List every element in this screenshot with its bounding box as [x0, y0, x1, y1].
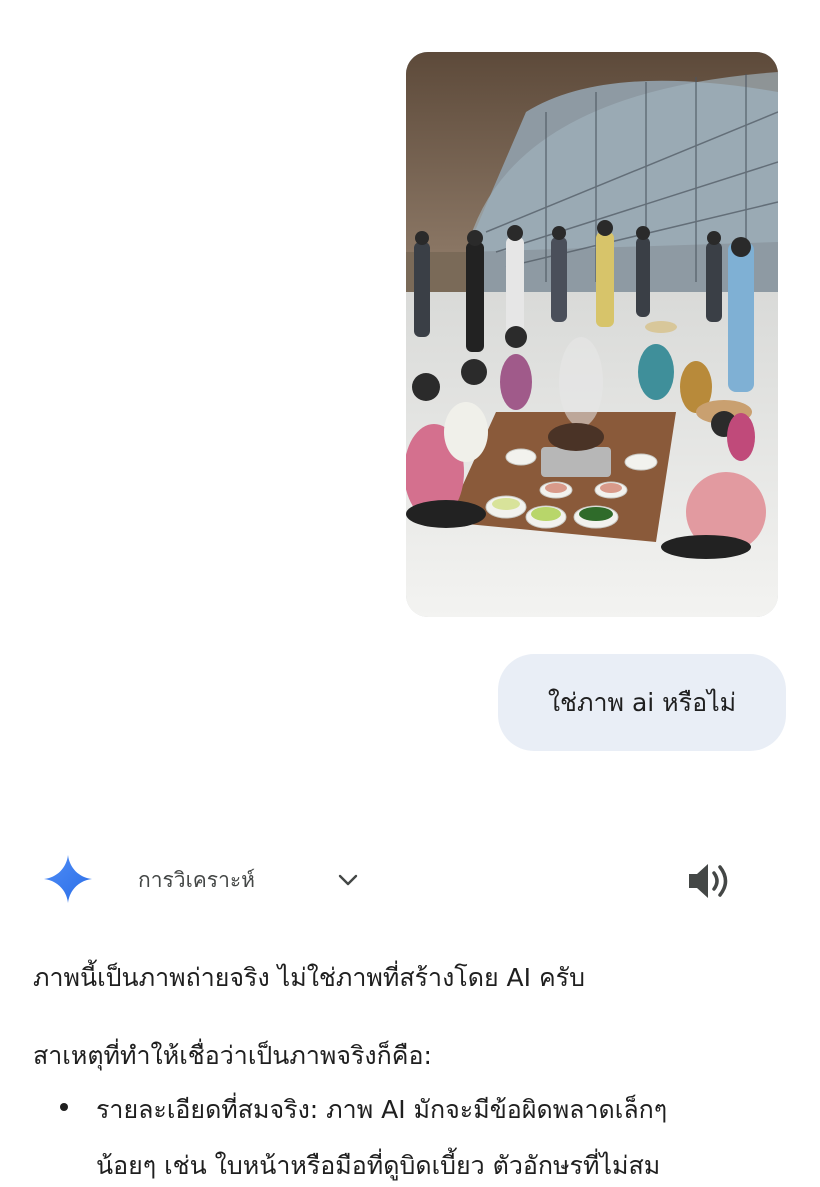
speaker-icon[interactable]	[686, 860, 732, 902]
analysis-toggle-label[interactable]: การวิเคราะห์	[138, 864, 255, 897]
reasons-heading: สาเหตุที่ทำให้เชื่อว่าเป็นภาพจริงก็คือ:	[33, 1041, 432, 1070]
user-message-bubble: ใช่ภาพ ai หรือไม่	[498, 654, 786, 751]
response-intro: ภาพนี้เป็นภาพถ่ายจริง ไม่ใช่ภาพที่สร้างโ…	[33, 963, 585, 992]
bullet-dot	[60, 1103, 68, 1111]
gemini-sparkle-icon	[44, 855, 92, 903]
photo-illustration	[406, 52, 778, 617]
bullet-text-line-2: น้อยๆ เช่น ใบหน้าหรือมือที่ดูบิดเบี้ยว ต…	[96, 1151, 661, 1180]
chevron-down-icon[interactable]	[336, 868, 360, 892]
bullet-text-line-1: รายละเอียดที่สมจริง: ภาพ AI มักจะมีข้อผิ…	[96, 1095, 668, 1124]
uploaded-photo[interactable]	[406, 52, 778, 617]
user-message-text: ใช่ภาพ ai หรือไม่	[547, 687, 737, 717]
